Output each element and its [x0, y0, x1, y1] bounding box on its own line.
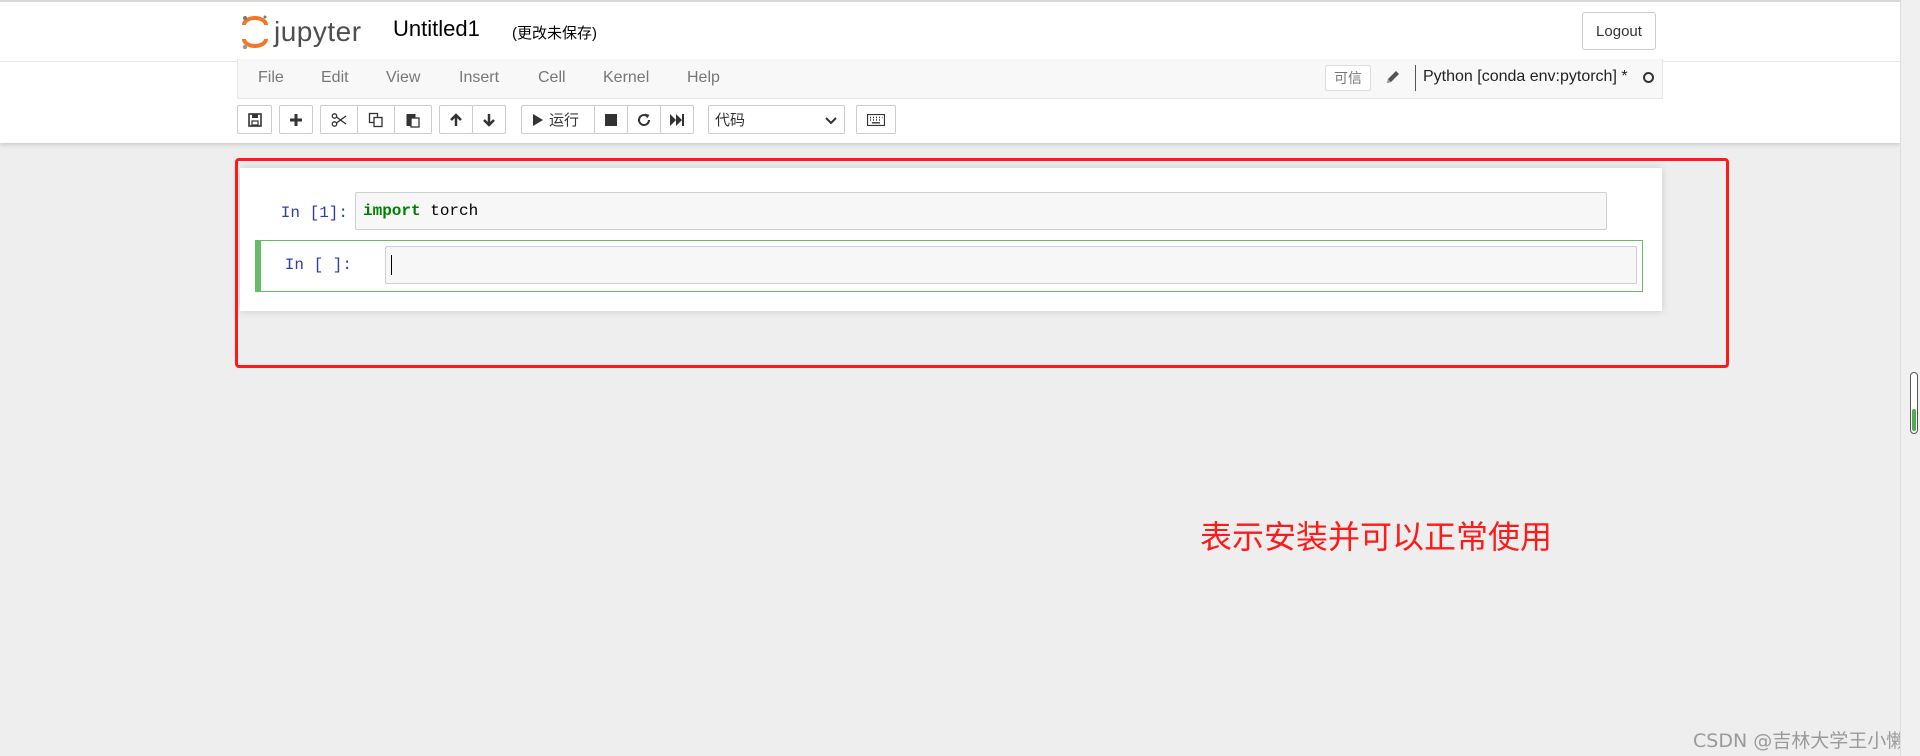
restart-run-all-button[interactable]	[660, 105, 694, 134]
save-icon	[247, 112, 262, 127]
jupyter-logo-text: jupyter	[274, 16, 362, 47]
fast-forward-icon	[670, 113, 684, 126]
paste-button[interactable]	[394, 105, 432, 134]
cell-type-selected: 代码	[715, 112, 746, 129]
cut-icon	[331, 112, 347, 127]
header-top-bar: jupyter Untitled1 (更改未保存) Logout	[0, 0, 1900, 62]
kernel-name[interactable]: Python [conda env:pytorch] *	[1423, 68, 1628, 86]
stop-icon	[605, 113, 617, 126]
menu-help[interactable]: Help	[687, 69, 720, 87]
watermark: CSDN @吉林大学王小懒	[1693, 730, 1906, 752]
keyboard-icon	[867, 113, 885, 126]
run-button[interactable]: 运行	[521, 105, 595, 134]
logout-button[interactable]: Logout	[1582, 12, 1656, 50]
insert-cell-button[interactable]	[279, 105, 313, 134]
cut-button[interactable]	[320, 105, 358, 134]
menu-insert[interactable]: Insert	[459, 69, 499, 87]
save-button[interactable]	[237, 105, 272, 134]
copy-icon	[368, 112, 383, 127]
menu-edit[interactable]: Edit	[321, 69, 349, 87]
run-label: 运行	[549, 112, 580, 129]
jupyter-logo-icon	[242, 15, 268, 50]
kernel-separator	[1415, 65, 1416, 91]
chevron-down-icon	[825, 117, 837, 125]
play-icon	[533, 113, 543, 126]
annotation-text: 表示安装并可以正常使用	[1200, 518, 1553, 556]
notebook-name[interactable]: Untitled1	[393, 16, 480, 42]
kernel-idle-indicator-icon	[1643, 72, 1654, 83]
menubar: File Edit View Insert Cell Kernel Help 可…	[237, 59, 1663, 99]
save-status: (更改未保存)	[512, 25, 597, 42]
move-up-button[interactable]	[439, 105, 473, 134]
menu-file[interactable]: File	[258, 69, 284, 87]
arrow-down-icon	[483, 113, 495, 127]
interrupt-button[interactable]	[594, 105, 628, 134]
command-palette-button[interactable]	[856, 105, 896, 134]
menu-kernel[interactable]: Kernel	[603, 69, 649, 87]
copy-button[interactable]	[357, 105, 395, 134]
cell-type-select[interactable]: 代码	[708, 105, 845, 134]
trusted-indicator[interactable]: 可信	[1325, 65, 1371, 91]
menu-view[interactable]: View	[386, 69, 420, 87]
jupyter-logo[interactable]: jupyter	[240, 12, 362, 52]
arrow-up-icon	[450, 112, 462, 126]
move-down-button[interactable]	[472, 105, 506, 134]
pencil-icon[interactable]	[1385, 69, 1401, 90]
scrollbar-thumb[interactable]	[1910, 372, 1918, 434]
highlight-annotation-box	[235, 158, 1729, 368]
scroll-indicator-fill	[1912, 409, 1916, 431]
menu-cell[interactable]: Cell	[538, 69, 566, 87]
restart-button[interactable]	[627, 105, 661, 134]
scrollbar[interactable]	[1900, 0, 1920, 756]
paste-icon	[406, 113, 420, 128]
restart-icon	[638, 113, 651, 126]
plus-icon	[290, 113, 302, 126]
notebook-header: jupyter Untitled1 (更改未保存) Logout File Ed…	[0, 0, 1900, 143]
